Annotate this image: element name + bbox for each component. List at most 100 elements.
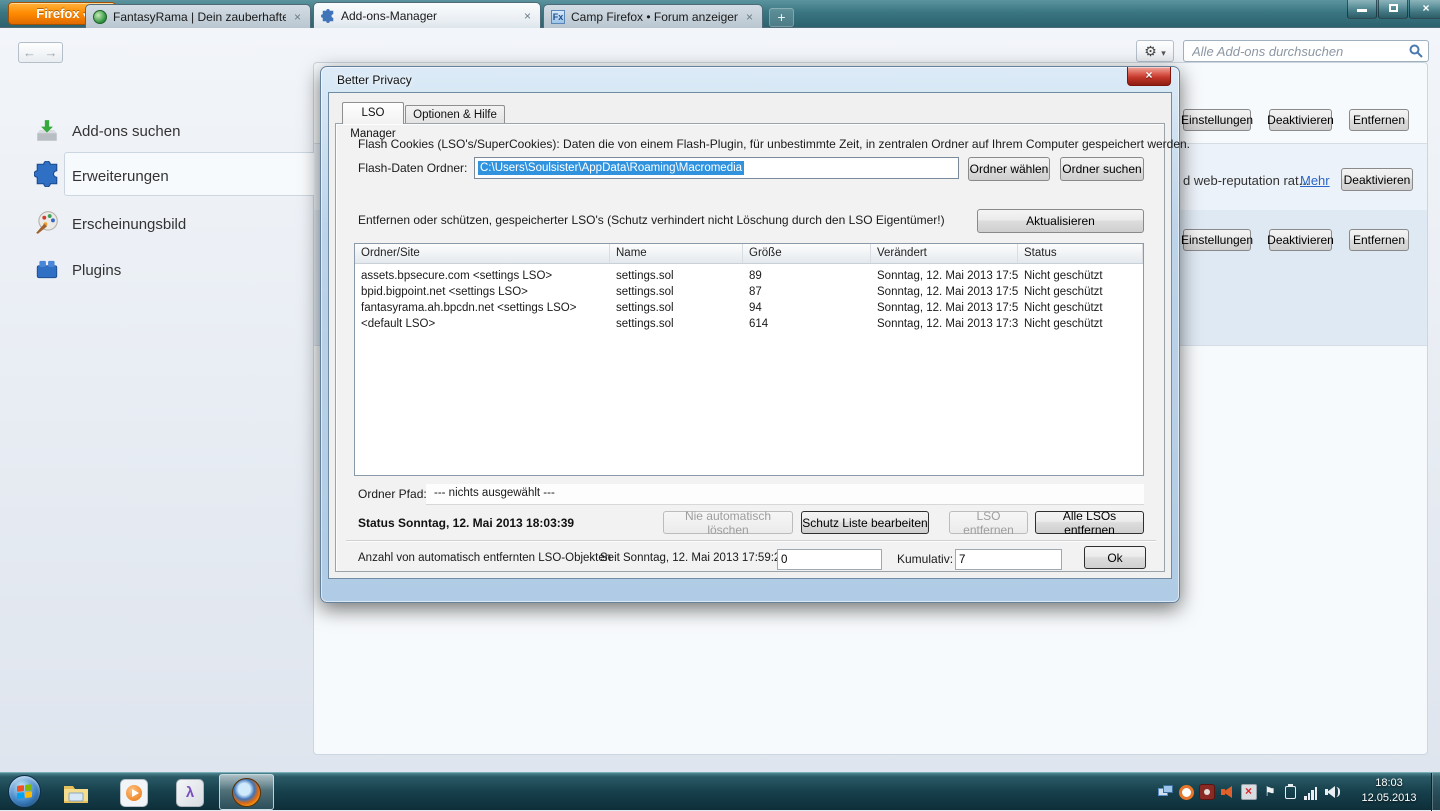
firefox-icon bbox=[232, 778, 261, 807]
table-row[interactable]: <default LSO> settings.sol 614 Sonntag, 12.… bbox=[355, 316, 1143, 332]
addon3-remove-button[interactable]: Entfernen bbox=[1349, 229, 1409, 251]
clock-time: 18:03 bbox=[1375, 777, 1403, 789]
since-count-input[interactable]: 0 bbox=[777, 549, 882, 570]
status-line: Status Sonntag, 12. Mai 2013 18:03:39 bbox=[358, 516, 575, 530]
clipboard-icon[interactable] bbox=[1283, 784, 1299, 800]
addon1-disable-button[interactable]: Deaktivieren bbox=[1267, 109, 1334, 131]
col-groesse[interactable]: Größe bbox=[743, 244, 871, 263]
lambda-dice-taskbar-icon[interactable]: λ bbox=[176, 779, 204, 807]
cumulative-input[interactable]: 7 bbox=[955, 549, 1062, 570]
flash-folder-label: Flash-Daten Ordner: bbox=[358, 161, 468, 175]
dialog-body: LSO Manager Optionen & Hilfe Flash Cooki… bbox=[328, 92, 1190, 579]
addons-search bbox=[1183, 40, 1429, 62]
choose-folder-button[interactable]: Ordner wählen bbox=[968, 157, 1050, 181]
ok-button[interactable]: Ok bbox=[1084, 546, 1146, 569]
search-folder-button[interactable]: Ordner suchen bbox=[1060, 157, 1144, 181]
sidebar-label-erscheinungsbild[interactable]: Erscheinungsbild bbox=[72, 216, 186, 233]
taskbar-clock[interactable]: 18:03 12.05.2013 bbox=[1352, 776, 1426, 806]
sidebar-item-plugins[interactable] bbox=[34, 256, 60, 287]
orange-ring-icon[interactable] bbox=[1179, 784, 1194, 800]
explorer-taskbar-icon[interactable] bbox=[62, 779, 90, 807]
minimize-button[interactable] bbox=[1347, 0, 1377, 19]
tools-gear-button[interactable]: ⚙ ▾ bbox=[1136, 40, 1174, 62]
tab-close-icon[interactable]: × bbox=[292, 10, 303, 24]
gear-icon: ⚙ bbox=[1144, 43, 1157, 59]
show-desktop-button[interactable] bbox=[1431, 773, 1440, 811]
folder-path-value: --- nichts ausgewählt --- bbox=[434, 487, 555, 499]
table-row[interactable]: fantasyrama.ah.bpcdn.net <settings LSO> s… bbox=[355, 300, 1143, 316]
error-window-icon[interactable] bbox=[1241, 784, 1257, 800]
table-row[interactable]: assets.bpsecure.com <settings LSO> settin… bbox=[355, 268, 1143, 284]
cumulative-label: Kumulativ: bbox=[897, 552, 954, 566]
col-status[interactable]: Status bbox=[1018, 244, 1143, 263]
download-icon bbox=[37, 120, 57, 141]
search-input[interactable] bbox=[1183, 40, 1429, 62]
tab-close-icon[interactable]: × bbox=[522, 9, 533, 23]
tab-title: Camp Firefox • Forum anzeigen - Fire... bbox=[571, 9, 738, 24]
puzzle-icon bbox=[33, 160, 58, 188]
clock-date: 12.05.2013 bbox=[1361, 792, 1417, 804]
network-computers-icon[interactable] bbox=[1158, 784, 1174, 800]
lso-list-hint: Entfernen oder schützen, gespeicherter L… bbox=[358, 213, 945, 227]
restore-button[interactable] bbox=[1378, 0, 1408, 19]
flash-cookies-description: Flash Cookies (LSO's/SuperCookies): Date… bbox=[358, 137, 1191, 151]
tab-optionen-hilfe[interactable]: Optionen & Hilfe bbox=[405, 105, 505, 124]
table-row[interactable]: bpid.bigpoint.net <settings LSO> settings… bbox=[355, 284, 1143, 300]
back-button[interactable]: ← bbox=[18, 42, 41, 63]
sidebar-item-addons-suchen[interactable] bbox=[34, 118, 60, 149]
tab-lso-manager[interactable]: LSO Manager bbox=[342, 102, 404, 140]
col-veraendert[interactable]: Verändert bbox=[871, 244, 1018, 263]
close-button[interactable]: × bbox=[1409, 0, 1440, 19]
browser-titlebar: Firefox ▾ FantasyRama | Dein zauberhafte… bbox=[0, 0, 1440, 28]
action-center-flag-icon[interactable]: ⚑ bbox=[1262, 784, 1278, 800]
bricks-icon bbox=[36, 260, 58, 279]
never-auto-delete-button[interactable]: Nie automatisch löschen bbox=[663, 509, 793, 537]
speaker-orange-icon[interactable] bbox=[1220, 784, 1236, 800]
addon2-more-link[interactable]: Mehr bbox=[1300, 173, 1330, 188]
refresh-button[interactable]: Aktualisieren bbox=[977, 209, 1144, 233]
window-controls: × bbox=[1346, 0, 1440, 19]
puzzle-favicon bbox=[321, 8, 334, 23]
tab-camp-firefox[interactable]: Camp Firefox • Forum anzeigen - Fire... … bbox=[543, 4, 763, 28]
forward-button[interactable]: → bbox=[40, 42, 63, 63]
col-name[interactable]: Name bbox=[610, 244, 743, 263]
better-privacy-dialog: Better Privacy × LSO Manager Optionen & … bbox=[320, 66, 1190, 603]
fx-favicon bbox=[551, 9, 565, 24]
selected-text: C:\Users\Soulsister\AppData\Roaming\Macr… bbox=[478, 161, 745, 175]
recorder-icon[interactable] bbox=[1199, 784, 1215, 800]
firefox-taskbar-button[interactable] bbox=[219, 774, 274, 810]
new-tab-button[interactable]: + bbox=[769, 8, 794, 27]
start-button[interactable] bbox=[8, 775, 41, 808]
search-icon bbox=[1409, 44, 1423, 58]
lso-manager-tabpage: Flash Cookies (LSO's/SuperCookies): Date… bbox=[335, 123, 1190, 572]
col-ordner-site[interactable]: Ordner/Site bbox=[355, 244, 610, 263]
media-player-taskbar-icon[interactable] bbox=[120, 779, 148, 807]
dialog-close-button[interactable]: × bbox=[1127, 67, 1171, 86]
sidebar-label-addons-suchen[interactable]: Add-ons suchen bbox=[72, 123, 180, 140]
since-label: Seit Sonntag, 12. Mai 2013 17:59:24 bbox=[600, 552, 787, 564]
addon1-settings-button[interactable]: Einstellungen bbox=[1181, 109, 1253, 131]
system-tray: ⚑ bbox=[1158, 780, 1341, 804]
flash-folder-input[interactable]: C:\Users\Soulsister\AppData\Roaming\Macr… bbox=[474, 157, 959, 179]
remove-all-lsos-button[interactable]: Alle LSOs entfernen bbox=[1035, 509, 1144, 537]
windows-flag-icon bbox=[17, 784, 33, 800]
addon3-disable-button[interactable]: Deaktivieren bbox=[1267, 229, 1334, 251]
tab-close-icon[interactable]: × bbox=[744, 10, 755, 24]
sidebar-label-plugins[interactable]: Plugins bbox=[72, 262, 121, 279]
sidebar-label-erweiterungen[interactable]: Erweiterungen bbox=[72, 168, 169, 185]
sidebar-item-erweiterungen[interactable] bbox=[33, 160, 60, 192]
tab-title: Add-ons-Manager bbox=[341, 8, 438, 23]
addon3-settings-button[interactable]: Einstellungen bbox=[1181, 229, 1253, 251]
tab-addons-manager[interactable]: Add-ons-Manager × bbox=[313, 2, 541, 28]
signal-bars-icon[interactable] bbox=[1304, 784, 1320, 800]
lso-table[interactable]: Ordner/Site Name Größe Verändert Status … bbox=[354, 243, 1144, 476]
remove-lso-button[interactable]: LSO entfernen bbox=[949, 509, 1028, 537]
volume-icon[interactable] bbox=[1325, 784, 1341, 800]
edit-protect-list-button[interactable]: Schutz Liste bearbeiten bbox=[801, 511, 929, 534]
dialog-title: Better Privacy bbox=[337, 73, 412, 87]
addon2-disable-button[interactable]: Deaktivieren bbox=[1341, 168, 1413, 191]
tab-fantasyrama[interactable]: FantasyRama | Dein zauberhaftes Ma... × bbox=[85, 4, 311, 28]
folder-path-label: Ordner Pfad: bbox=[358, 487, 427, 501]
addon1-remove-button[interactable]: Entfernen bbox=[1349, 109, 1409, 131]
sidebar-item-erscheinungsbild[interactable] bbox=[34, 209, 60, 240]
